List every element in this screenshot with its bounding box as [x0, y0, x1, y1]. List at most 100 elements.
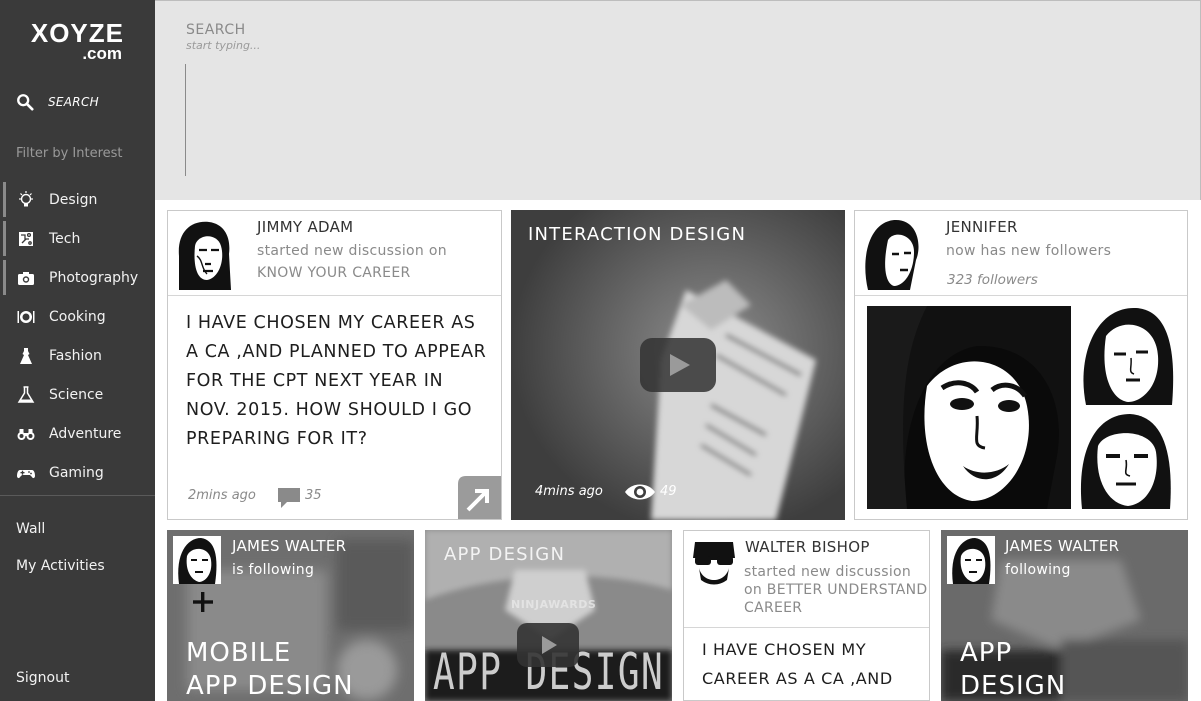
activity-line[interactable]: CAREER	[744, 599, 927, 617]
image-badge-text: NINJAWARDS	[511, 598, 597, 611]
title-line: DESIGN	[960, 671, 1067, 701]
view-count: 49	[660, 484, 677, 499]
author-name[interactable]: JAMES WALTER	[1005, 537, 1119, 555]
interest-label: Design	[49, 191, 98, 208]
post-time: 2mins ago	[188, 488, 256, 503]
camera-icon	[16, 268, 36, 288]
text-cursor-line	[185, 64, 186, 176]
interest-label: Tech	[49, 230, 81, 247]
discussion-card[interactable]: WALTER BISHOP started new discussion on …	[683, 530, 930, 701]
follow-button[interactable]	[191, 590, 215, 614]
author-name[interactable]: WALTER BISHOP	[745, 538, 870, 556]
logo[interactable]: XOYZE .com	[24, 20, 124, 62]
activity-text: is following	[232, 562, 315, 578]
author-name[interactable]: JAMES WALTER	[232, 537, 346, 555]
interest-list: Design Tech Photography Cooking Fashion	[0, 180, 155, 492]
follower-photo-large[interactable]	[867, 306, 1071, 509]
sidebar-search-button[interactable]: SEARCH	[16, 92, 99, 112]
sidebar-divider	[0, 495, 155, 496]
interest-label: Science	[49, 386, 104, 403]
interest-label: Cooking	[49, 308, 106, 325]
my-activities-link[interactable]: My Activities	[16, 558, 105, 574]
title-line: APP DESIGN	[186, 671, 354, 701]
interest-label: Photography	[49, 269, 139, 286]
circuit-icon	[16, 229, 36, 249]
interest-label: Gaming	[49, 464, 104, 481]
following-card[interactable]: JAMES WALTER following APP DESIGN	[941, 530, 1188, 701]
plus-icon	[193, 592, 213, 612]
divider	[855, 295, 1187, 296]
interest-photography[interactable]: Photography	[0, 258, 155, 297]
play-icon	[517, 623, 579, 667]
portrait-image	[1076, 410, 1176, 509]
author-name[interactable]: JENNIFER	[946, 218, 1018, 236]
post-time: 4mins ago	[535, 484, 603, 499]
activity-line[interactable]: on BETTER UNDERSTAND	[744, 581, 927, 599]
card-title: APP DESIGN	[444, 544, 566, 565]
lightbulb-icon	[16, 190, 36, 210]
post-line: CAREER AS A CA ,AND	[702, 669, 893, 688]
avatar	[173, 536, 221, 584]
binoculars-icon	[16, 424, 36, 444]
interest-label: Adventure	[49, 425, 122, 442]
comment-count: 35	[305, 488, 322, 503]
divider	[684, 627, 929, 628]
sidebar: XOYZE .com SEARCH Filter by Interest Des…	[0, 0, 155, 701]
following-card[interactable]: JAMES WALTER is following MOBILE APP DES…	[167, 530, 414, 701]
avatar	[947, 536, 995, 584]
wall-link[interactable]: Wall	[16, 521, 45, 537]
post-text: I HAVE CHOSEN MY CAREER AS A CA ,AND PLA…	[186, 313, 487, 449]
post-text: I HAVE CHOSEN MY CAREER AS A CA ,AND	[702, 635, 893, 693]
play-icon	[640, 338, 716, 392]
portrait-image	[867, 306, 1071, 509]
search-title: SEARCH	[186, 22, 246, 38]
signout-link[interactable]: Signout	[16, 670, 69, 686]
follower-photo[interactable]	[1076, 306, 1176, 405]
video-card[interactable]: APP DESIGN NINJAWARDS APP DESIGN	[425, 530, 672, 701]
eye-icon	[625, 484, 655, 500]
post-line: I HAVE CHOSEN MY	[702, 640, 867, 659]
search-panel: SEARCH	[155, 0, 1201, 200]
card-title: INTERACTION DESIGN	[528, 224, 747, 245]
interest-label: Fashion	[49, 347, 102, 364]
open-post-button[interactable]	[458, 476, 501, 519]
interest-science[interactable]: Science	[0, 375, 155, 414]
portrait-image	[1076, 306, 1176, 405]
plate-icon	[16, 307, 36, 327]
interest-cooking[interactable]: Cooking	[0, 297, 155, 336]
interest-adventure[interactable]: Adventure	[0, 414, 155, 453]
divider	[168, 295, 501, 296]
avatar	[860, 216, 934, 290]
comment-icon	[278, 488, 300, 508]
follower-photo[interactable]	[1076, 410, 1176, 509]
activity-text: now has new followers	[946, 243, 1112, 259]
card-title: MOBILE APP DESIGN	[186, 637, 354, 701]
flask-icon	[16, 385, 36, 405]
play-button[interactable]	[640, 338, 716, 392]
title-line: MOBILE	[186, 638, 292, 668]
interest-tech[interactable]: Tech	[0, 219, 155, 258]
interest-fashion[interactable]: Fashion	[0, 336, 155, 375]
author-name[interactable]: JIMMY ADAM	[257, 218, 353, 236]
activity-line: started new discussion	[744, 564, 912, 580]
activity-text: following	[1005, 562, 1071, 578]
discussion-topic[interactable]: KNOW YOUR CAREER	[257, 265, 411, 281]
filter-heading: Filter by Interest	[16, 146, 123, 161]
video-card[interactable]: INTERACTION DESIGN 4mins ago 49	[511, 210, 845, 520]
interest-gaming[interactable]: Gaming	[0, 453, 155, 492]
title-line: APP	[960, 638, 1013, 668]
followers-card[interactable]: JENNIFER now has new followers 323 follo…	[854, 210, 1188, 520]
avatar	[689, 536, 739, 586]
avatar	[173, 216, 237, 290]
gamepad-icon	[16, 463, 36, 483]
search-input[interactable]	[186, 39, 586, 52]
card-title: APP DESIGN	[960, 637, 1066, 701]
activity-text: started new discussion on BETTER UNDERST…	[744, 563, 927, 617]
search-icon	[17, 94, 34, 111]
discussion-card[interactable]: JIMMY ADAM started new discussion on KNO…	[167, 210, 502, 520]
play-button[interactable]	[517, 623, 579, 667]
logo-domain: .com	[82, 44, 122, 63]
arrow-up-right-icon	[458, 476, 501, 519]
sidebar-search-label: SEARCH	[48, 95, 99, 109]
interest-design[interactable]: Design	[0, 180, 155, 219]
